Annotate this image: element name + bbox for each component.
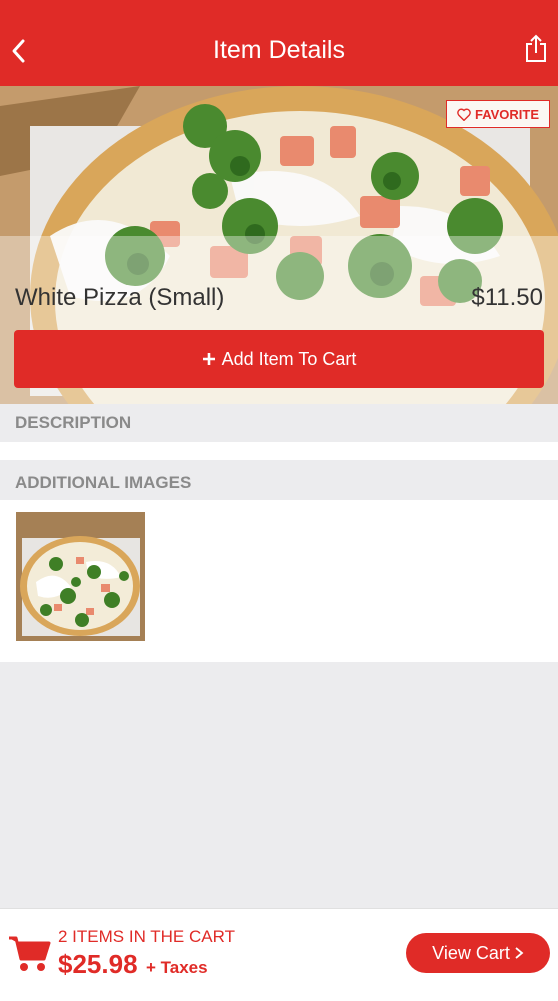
cart-total: $25.98 + Taxes	[58, 949, 208, 980]
item-name: White Pizza (Small)	[15, 284, 225, 311]
cart-total-amount: $25.98	[58, 949, 138, 979]
item-hero: FAVORITE White Pizza (Small) $11.50 Add …	[0, 86, 558, 404]
description-body	[0, 442, 558, 460]
page-title: Item Details	[213, 36, 345, 64]
share-button[interactable]	[524, 34, 548, 64]
pizza-thumbnail-image	[16, 512, 145, 641]
app-header: Item Details	[0, 0, 558, 86]
cart-item-count: 2 ITEMS IN THE CART	[58, 927, 235, 946]
add-to-cart-label: Add Item To Cart	[221, 348, 357, 369]
share-icon	[526, 34, 546, 62]
view-cart-button[interactable]: View Cart	[406, 933, 550, 973]
description-title: DESCRIPTION	[15, 413, 132, 432]
favorite-button[interactable]: FAVORITE	[446, 100, 550, 128]
add-to-cart-button[interactable]: Add Item To Cart	[14, 330, 544, 388]
view-cart-label: View Cart	[432, 942, 510, 963]
shopping-cart-icon	[9, 936, 51, 971]
additional-images-header: ADDITIONAL IMAGES	[0, 466, 558, 500]
favorite-label: FAVORITE	[474, 106, 540, 122]
heart-icon	[457, 108, 471, 121]
cart-footer: 2 ITEMS IN THE CART $25.98 + Taxes View …	[0, 908, 558, 1001]
additional-images-title: ADDITIONAL IMAGES	[15, 473, 192, 492]
plus-icon	[202, 353, 215, 365]
item-price: $11.50	[471, 284, 543, 311]
chevron-right-icon	[515, 947, 524, 959]
cart-tax-note: + Taxes	[145, 958, 208, 977]
description-header: DESCRIPTION	[0, 404, 558, 442]
additional-image-thumbnail[interactable]	[16, 512, 145, 641]
